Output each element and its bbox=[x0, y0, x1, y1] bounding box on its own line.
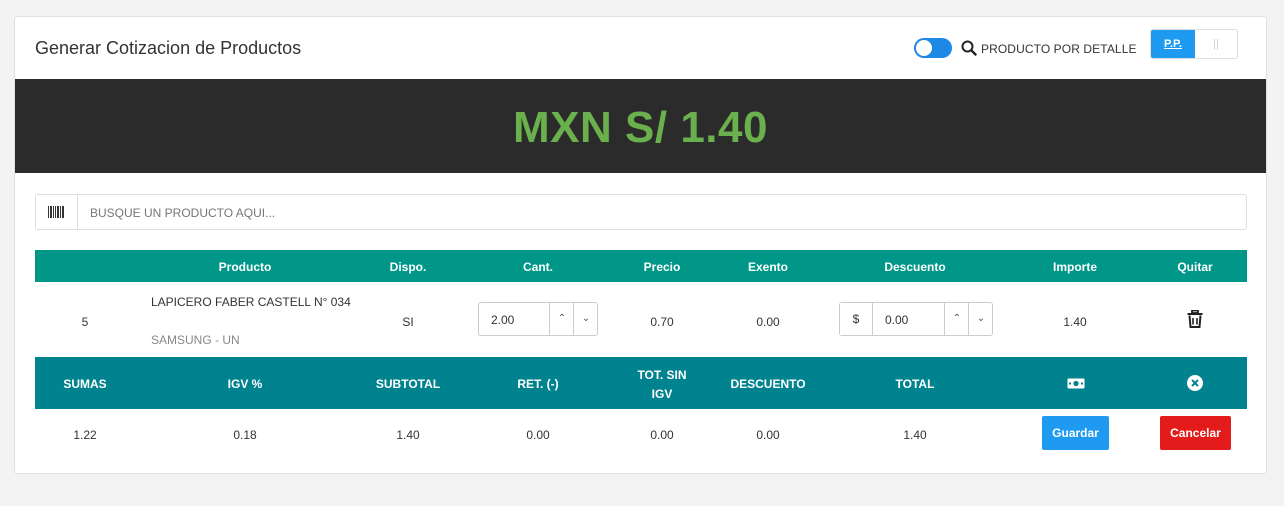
sum-totsinigv-line1: TOT. SIN bbox=[637, 368, 687, 382]
col-quitar: Quitar bbox=[1177, 260, 1213, 274]
cancel-button[interactable]: Cancelar bbox=[1160, 416, 1231, 450]
chevron-up-icon: ⌃ bbox=[952, 313, 962, 324]
col-producto: Producto bbox=[218, 260, 272, 274]
exempt: 0.00 bbox=[756, 315, 780, 329]
quantity-down-button[interactable]: ⌄ bbox=[573, 303, 598, 335]
toggle-knob bbox=[916, 40, 932, 56]
sum-subtotal-label: SUBTOTAL bbox=[375, 377, 441, 391]
summary-values-row: 1.22 0.18 1.40 0.00 0.00 0.00 1.40 Guard… bbox=[35, 409, 1247, 459]
amount: 1.40 bbox=[1063, 315, 1087, 329]
pd-button[interactable]: || bbox=[1195, 30, 1237, 58]
pp-button[interactable]: P.P. bbox=[1151, 30, 1195, 58]
chevron-down-icon: ⌄ bbox=[976, 313, 986, 324]
sum-total-value: 1.40 bbox=[903, 428, 927, 442]
quantity-value: 2.00 bbox=[491, 313, 515, 327]
discount-value: 0.00 bbox=[885, 313, 909, 327]
table-row: 5 LAPICERO FABER CASTELL N° 034 SAMSUNG … bbox=[35, 282, 1247, 357]
discount-down-button[interactable]: ⌄ bbox=[968, 303, 993, 335]
product-name: LAPICERO FABER CASTELL N° 034 bbox=[151, 295, 351, 309]
sum-sumas-label: SUMAS bbox=[63, 377, 107, 391]
chevron-up-icon: ⌃ bbox=[557, 313, 567, 324]
total-display-bar: MXN S/ 1.40 bbox=[15, 79, 1266, 173]
view-button-group: P.P. || bbox=[1150, 29, 1238, 59]
product-search-input[interactable] bbox=[88, 195, 1232, 231]
col-descuento: Descuento bbox=[884, 260, 946, 274]
product-search-group bbox=[35, 194, 1247, 231]
detail-mode-toggle[interactable] bbox=[914, 38, 952, 58]
summary-header: SUMAS IGV % SUBTOTAL RET. (-) TOT. SIN I… bbox=[35, 357, 1247, 409]
col-cant: Cant. bbox=[523, 260, 553, 274]
product-brand: SAMSUNG - UN bbox=[151, 333, 240, 347]
sum-totsinigv-value: 0.00 bbox=[650, 428, 674, 442]
save-button[interactable]: Guardar bbox=[1042, 416, 1109, 450]
quotation-card: Generar Cotizacion de Productos PRODUCTO… bbox=[14, 16, 1267, 474]
discount-stepper[interactable]: $ 0.00 ⌃ ⌄ bbox=[839, 302, 993, 336]
sum-totsinigv-line2: IGV bbox=[651, 387, 673, 401]
col-dispo: Dispo. bbox=[389, 260, 427, 274]
price: 0.70 bbox=[650, 315, 674, 329]
col-importe: Importe bbox=[1052, 260, 1097, 274]
sum-sumas-value: 1.22 bbox=[73, 428, 97, 442]
col-precio: Precio bbox=[643, 260, 681, 274]
dollar-prefix: $ bbox=[840, 303, 873, 335]
sum-ret-value: 0.00 bbox=[526, 428, 550, 442]
discount-up-button[interactable]: ⌃ bbox=[944, 303, 969, 335]
sum-ret-label: RET. (-) bbox=[517, 377, 559, 391]
chevron-down-icon: ⌄ bbox=[581, 313, 591, 324]
sum-descuento-label: DESCUENTO bbox=[730, 377, 806, 391]
search-icon bbox=[961, 40, 977, 56]
money-icon bbox=[1067, 378, 1085, 389]
detail-mode-label: PRODUCTO POR DETALLE bbox=[981, 42, 1137, 56]
quantity-up-button[interactable]: ⌃ bbox=[549, 303, 574, 335]
sum-total-label: TOTAL bbox=[895, 377, 935, 391]
sum-descuento-value: 0.00 bbox=[756, 428, 780, 442]
trash-icon[interactable] bbox=[1187, 310, 1203, 328]
page-title: Generar Cotizacion de Productos bbox=[35, 38, 302, 58]
quantity-stepper[interactable]: 2.00 ⌃ ⌄ bbox=[478, 302, 598, 336]
close-circle-icon bbox=[1187, 375, 1203, 391]
availability: SI bbox=[402, 315, 414, 329]
sum-totsinigv-label: TOT. SIN IGV bbox=[622, 366, 702, 404]
col-exento: Exento bbox=[747, 260, 788, 274]
sum-igv-label: IGV % bbox=[227, 377, 263, 391]
card-header: Generar Cotizacion de Productos PRODUCTO… bbox=[15, 17, 1266, 79]
sum-igv-value: 0.18 bbox=[233, 428, 257, 442]
barcode-icon bbox=[48, 206, 64, 218]
barcode-addon[interactable] bbox=[36, 195, 78, 229]
sum-subtotal-value: 1.40 bbox=[396, 428, 420, 442]
total-amount: MXN S/ 1.40 bbox=[513, 103, 768, 152]
products-table-header: Producto Dispo. Cant. Precio Exento Desc… bbox=[35, 250, 1247, 282]
row-index: 5 bbox=[81, 315, 89, 329]
